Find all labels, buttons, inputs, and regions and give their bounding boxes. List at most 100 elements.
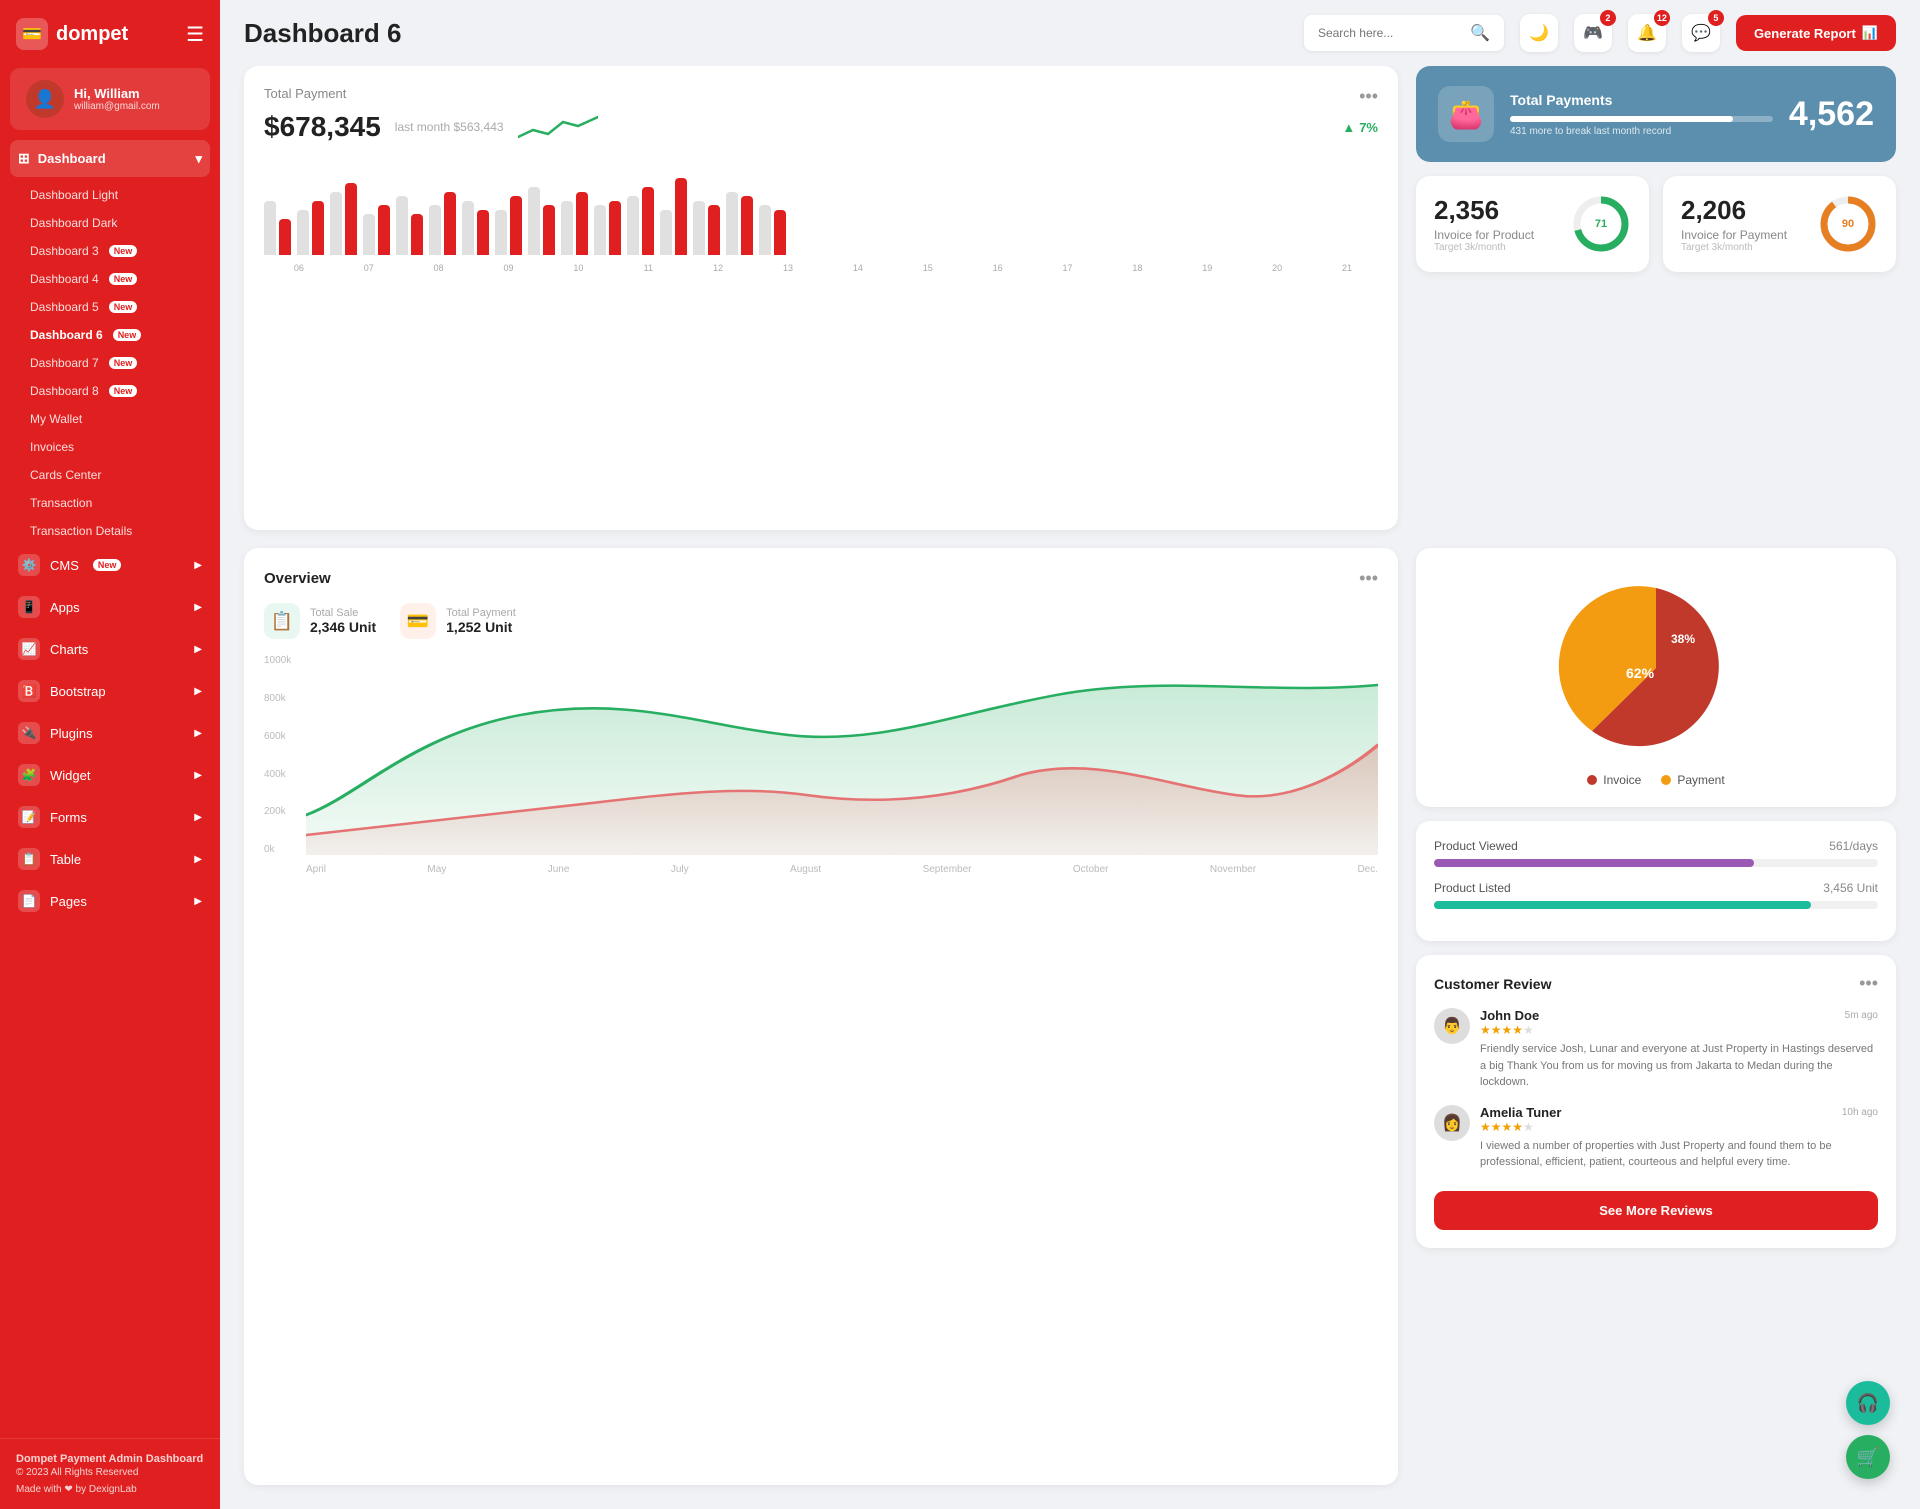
x-label-3: 09 bbox=[478, 263, 540, 273]
area-chart: 1000k800k600k400k200k0k bbox=[264, 655, 1378, 875]
fab-container: 🎧 🛒 bbox=[1846, 1381, 1890, 1479]
invoice-payment-value: 2,206 bbox=[1681, 195, 1804, 226]
bar-pair-8 bbox=[528, 187, 555, 255]
support-fab-button[interactable]: 🎧 bbox=[1846, 1381, 1890, 1425]
sidebar-item-invoices[interactable]: Invoices bbox=[10, 433, 210, 461]
notification-bell-button[interactable]: 🔔 12 bbox=[1628, 14, 1666, 52]
svg-text:38%: 38% bbox=[1671, 632, 1695, 646]
nav-item-label: Table bbox=[50, 852, 81, 867]
bar-gray-11 bbox=[627, 196, 639, 255]
cart-fab-button[interactable]: 🛒 bbox=[1846, 1435, 1890, 1479]
total-payment-title: Total Payment bbox=[264, 86, 346, 101]
bar-chart-bars bbox=[264, 159, 1378, 259]
sidebar-item-apps[interactable]: 📱 Apps ▶ bbox=[10, 587, 210, 627]
overview-menu-button[interactable]: ••• bbox=[1359, 568, 1378, 589]
dashboard-group[interactable]: ⊞ Dashboard ▾ bbox=[10, 140, 210, 177]
page-title: Dashboard 6 bbox=[244, 18, 1288, 49]
chevron-right-icon: ▶ bbox=[194, 644, 202, 655]
bar-group-12 bbox=[660, 178, 687, 255]
bar-red-12 bbox=[675, 178, 687, 255]
pie-chart-svg: 62% 38% bbox=[1436, 568, 1876, 758]
bar-group-11 bbox=[627, 187, 654, 255]
sidebar-item-cms[interactable]: ⚙️ CMS New ▶ bbox=[10, 545, 210, 585]
games-icon-button[interactable]: 🎮 2 bbox=[1574, 14, 1612, 52]
sidebar-item-dashboard-4[interactable]: Dashboard 4New bbox=[10, 265, 210, 293]
chat-button[interactable]: 💬 5 bbox=[1682, 14, 1720, 52]
sidebar-item-plugins[interactable]: 🔌 Plugins ▶ bbox=[10, 713, 210, 753]
bar-group-1 bbox=[297, 201, 324, 255]
bar-pair-12 bbox=[660, 178, 687, 255]
sidebar-item-transaction[interactable]: Transaction bbox=[10, 489, 210, 517]
right-top-section: 👛 Total Payments 431 more to break last … bbox=[1416, 66, 1896, 530]
sidebar-item-pages[interactable]: 📄 Pages ▶ bbox=[10, 881, 210, 921]
sidebar-item-table[interactable]: 📋 Table ▶ bbox=[10, 839, 210, 879]
hamburger-button[interactable]: ☰ bbox=[186, 22, 204, 47]
bar-chart-icon: 📊 bbox=[1862, 25, 1878, 41]
sidebar-item-my-wallet[interactable]: My Wallet bbox=[10, 405, 210, 433]
bar-pair-10 bbox=[594, 201, 621, 255]
main-content: Dashboard 6 🔍 🌙 🎮 2 🔔 12 💬 5 Generate Re… bbox=[220, 0, 1920, 1509]
card-menu-button[interactable]: ••• bbox=[1359, 86, 1378, 107]
sidebar-item-charts[interactable]: 📈 Charts ▶ bbox=[10, 629, 210, 669]
dashboard-group-label: Dashboard bbox=[38, 151, 106, 166]
charts-icon: 📈 bbox=[18, 638, 40, 660]
bar-pair-14 bbox=[726, 192, 753, 255]
chevron-right-icon: ▶ bbox=[194, 896, 202, 907]
bar-gray-10 bbox=[594, 205, 606, 255]
chevron-right-icon: ▶ bbox=[194, 560, 202, 571]
nav-item-label: CMS bbox=[50, 558, 79, 573]
legend-invoice-dot bbox=[1587, 775, 1597, 785]
bar-pair-9 bbox=[561, 192, 588, 255]
review-text-john: Friendly service Josh, Lunar and everyon… bbox=[1480, 1041, 1878, 1091]
theme-toggle-button[interactable]: 🌙 bbox=[1520, 14, 1558, 52]
generate-report-button[interactable]: Generate Report 📊 bbox=[1736, 15, 1896, 51]
overview-stats: 📋 Total Sale 2,346 Unit 💳 Total Payment … bbox=[264, 603, 1378, 639]
topbar: Dashboard 6 🔍 🌙 🎮 2 🔔 12 💬 5 Generate Re… bbox=[220, 0, 1920, 66]
sidebar-item-dashboard-7[interactable]: Dashboard 7New bbox=[10, 349, 210, 377]
content-grid: Total Payment ••• $678,345 last month $5… bbox=[220, 66, 1920, 1509]
sidebar-item-dashboard-light[interactable]: Dashboard Light bbox=[10, 181, 210, 209]
invoice-product-label: Invoice for Product bbox=[1434, 228, 1557, 242]
search-input[interactable] bbox=[1318, 26, 1462, 40]
product-listed-label: Product Listed bbox=[1434, 881, 1511, 895]
bar-pair-4 bbox=[396, 196, 423, 255]
review-menu-button[interactable]: ••• bbox=[1859, 973, 1878, 994]
user-email: william@gmail.com bbox=[74, 101, 160, 112]
reviewer-info-amelia: Amelia Tuner 10h ago ★★★★★ I viewed a nu… bbox=[1480, 1105, 1878, 1171]
user-profile[interactable]: 👤 Hi, William william@gmail.com bbox=[10, 68, 210, 130]
bar-group-14 bbox=[726, 192, 753, 255]
review-item-amelia: 👩 Amelia Tuner 10h ago ★★★★★ I viewed a … bbox=[1434, 1105, 1878, 1171]
bar-group-2 bbox=[330, 183, 357, 255]
bar-red-2 bbox=[345, 183, 357, 255]
sidebar-item-cards-center[interactable]: Cards Center bbox=[10, 461, 210, 489]
total-payment-stat: 💳 Total Payment 1,252 Unit bbox=[400, 603, 516, 639]
bar-gray-1 bbox=[297, 210, 309, 255]
sidebar-item-transaction-details[interactable]: Transaction Details bbox=[10, 517, 210, 545]
sidebar-item-bootstrap[interactable]: 🅱️ Bootstrap ▶ bbox=[10, 671, 210, 711]
notification-badge: 12 bbox=[1654, 10, 1670, 26]
nav-item-label: Apps bbox=[50, 600, 80, 615]
product-stats-card: Product Viewed 561/days Product Listed 3… bbox=[1416, 821, 1896, 941]
bar-group-8 bbox=[528, 187, 555, 255]
pie-chart-card: 62% 38% Invoice Payment bbox=[1416, 548, 1896, 807]
legend-invoice-label: Invoice bbox=[1603, 773, 1641, 787]
plugins-icon: 🔌 bbox=[18, 722, 40, 744]
bar-gray-8 bbox=[528, 187, 540, 255]
apps-icon: 📱 bbox=[18, 596, 40, 618]
sidebar-item-forms[interactable]: 📝 Forms ▶ bbox=[10, 797, 210, 837]
legend-payment-dot bbox=[1661, 775, 1671, 785]
footer-made-with: Made with ❤ by DexignLab bbox=[16, 1484, 204, 1495]
sidebar-item-dashboard-3[interactable]: Dashboard 3New bbox=[10, 237, 210, 265]
bar-group-13 bbox=[693, 201, 720, 255]
see-more-reviews-button[interactable]: See More Reviews bbox=[1434, 1191, 1878, 1230]
x-label-2: 08 bbox=[408, 263, 470, 273]
sidebar-item-dashboard-8[interactable]: Dashboard 8New bbox=[10, 377, 210, 405]
sidebar-item-dashboard-dark[interactable]: Dashboard Dark bbox=[10, 209, 210, 237]
bar-red-3 bbox=[378, 205, 390, 255]
bar-gray-12 bbox=[660, 210, 672, 255]
sidebar-item-dashboard-5[interactable]: Dashboard 5New bbox=[10, 293, 210, 321]
bar-gray-9 bbox=[561, 201, 573, 255]
sidebar-item-widget[interactable]: 🧩 Widget ▶ bbox=[10, 755, 210, 795]
nav-item-label: Bootstrap bbox=[50, 684, 106, 699]
sidebar-item-dashboard-6[interactable]: Dashboard 6New bbox=[10, 321, 210, 349]
